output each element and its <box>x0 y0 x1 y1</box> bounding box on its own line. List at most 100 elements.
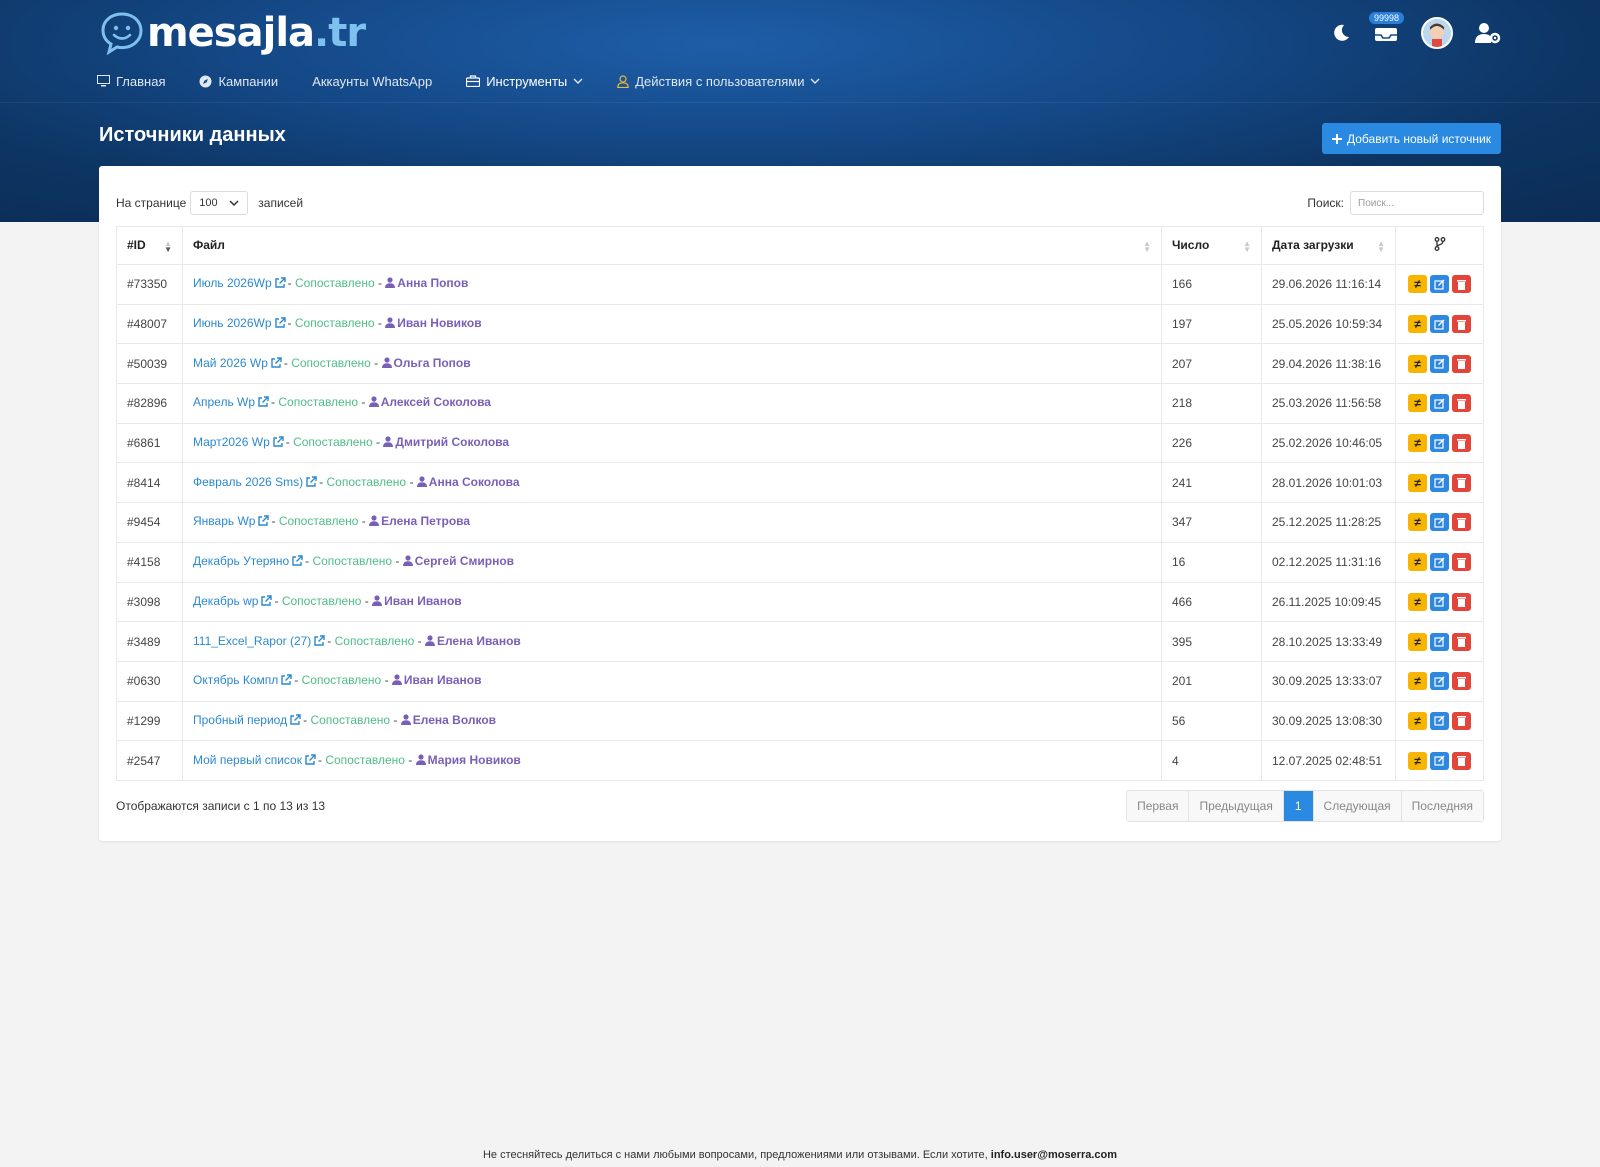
unmatch-button[interactable]: ≠ <box>1408 434 1427 453</box>
delete-button[interactable] <box>1452 751 1471 770</box>
edit-button[interactable] <box>1430 473 1449 492</box>
delete-button[interactable] <box>1452 434 1471 453</box>
column-header-date[interactable]: Дата загрузки ▲ ▼ <box>1261 226 1396 265</box>
external-link-icon[interactable] <box>270 357 282 372</box>
add-source-button[interactable]: Добавить новый источник <box>1322 123 1501 154</box>
edit-icon <box>1434 398 1445 409</box>
external-link-icon[interactable] <box>260 595 273 610</box>
cell-file: Пробный период - Сопоставлено - Елена Вол… <box>182 700 1162 742</box>
edit-button[interactable] <box>1430 553 1449 572</box>
nav-campaigns[interactable]: Кампании <box>199 74 278 89</box>
page-current-button[interactable]: 1 <box>1283 791 1314 821</box>
edit-button[interactable] <box>1430 354 1449 373</box>
nav-home[interactable]: Главная <box>97 74 165 89</box>
delete-button[interactable] <box>1452 592 1471 611</box>
edit-button[interactable] <box>1430 513 1449 532</box>
unmatch-button[interactable]: ≠ <box>1408 354 1427 373</box>
separator: - <box>285 435 294 450</box>
edit-button[interactable] <box>1430 751 1449 770</box>
inbox-button[interactable]: 99998 <box>1369 12 1405 43</box>
external-link-icon[interactable] <box>291 555 303 570</box>
column-header-count[interactable]: Число ▲ ▼ <box>1161 226 1262 265</box>
unmatch-button[interactable]: ≠ <box>1408 711 1427 730</box>
table-row: #9454 Январь Wp - Сопоставлено - Елена Пет… <box>116 502 1484 543</box>
file-link[interactable]: Февраль 2026 Sms) <box>193 475 303 489</box>
delete-button[interactable] <box>1452 394 1471 413</box>
per-page-select[interactable]: 100 <box>190 191 249 215</box>
delete-button[interactable] <box>1452 275 1471 294</box>
external-link-icon[interactable] <box>274 277 286 292</box>
file-link[interactable]: 111_Excel_Rapor (27) <box>193 634 311 648</box>
column-header-id[interactable]: #ID ▲ ▼ <box>116 226 183 265</box>
user-avatar[interactable] <box>1421 17 1453 49</box>
file-link[interactable]: Июль 2026Wp <box>193 276 272 290</box>
file-link[interactable]: Октябрь Компл <box>193 673 278 687</box>
file-link[interactable]: Январь Wp <box>193 514 255 528</box>
file-link[interactable]: Май 2026 Wp <box>193 356 268 370</box>
delete-button[interactable] <box>1452 315 1471 334</box>
unmatch-button[interactable]: ≠ <box>1408 672 1427 691</box>
cell-file: Апрель Wp - Сопоставлено - Алексей Соколо… <box>182 383 1162 424</box>
not-equal-icon: ≠ <box>1414 753 1421 768</box>
nav-user-actions[interactable]: Действия с пользователями <box>617 74 820 89</box>
delete-button[interactable] <box>1452 473 1471 492</box>
user-settings-button[interactable] <box>1475 22 1501 44</box>
search-input[interactable] <box>1350 191 1484 215</box>
page-prev-button[interactable]: Предыдущая <box>1189 791 1284 821</box>
delete-button[interactable] <box>1452 632 1471 651</box>
page-last-button[interactable]: Последняя <box>1401 791 1483 821</box>
edit-icon <box>1434 676 1445 687</box>
file-link[interactable]: Декабрь wp <box>193 594 258 608</box>
external-link-icon[interactable] <box>313 634 325 650</box>
external-link-icon[interactable] <box>272 436 284 451</box>
edit-button[interactable] <box>1430 394 1449 413</box>
edit-button[interactable] <box>1430 592 1449 611</box>
unmatch-button[interactable]: ≠ <box>1408 632 1427 651</box>
file-link[interactable]: Апрель Wp <box>193 395 255 409</box>
page-next-button[interactable]: Следующая <box>1313 791 1402 821</box>
edit-button[interactable] <box>1430 632 1449 651</box>
unmatch-button[interactable]: ≠ <box>1408 394 1427 413</box>
delete-button[interactable] <box>1452 711 1471 730</box>
page-first-button[interactable]: Первая <box>1127 791 1190 821</box>
brand-logo[interactable]: mesajla.tr <box>99 10 366 56</box>
delete-button[interactable] <box>1452 513 1471 532</box>
unmatch-button[interactable]: ≠ <box>1408 751 1427 770</box>
file-link[interactable]: Декабрь Утеряно <box>193 554 289 568</box>
external-link-icon[interactable] <box>280 674 292 689</box>
monitor-icon <box>97 75 110 87</box>
external-link-icon[interactable] <box>257 515 270 530</box>
file-link[interactable]: Март2026 Wp <box>193 435 270 449</box>
file-link[interactable]: Мой первый список <box>193 753 302 767</box>
delete-button[interactable] <box>1452 354 1471 373</box>
edit-button[interactable] <box>1430 315 1449 334</box>
external-link-icon[interactable] <box>289 714 301 729</box>
column-header-file[interactable]: Файл ▲ ▼ <box>182 226 1162 265</box>
unmatch-button[interactable]: ≠ <box>1408 592 1427 611</box>
edit-button[interactable] <box>1430 275 1449 294</box>
file-link[interactable]: Пробный период <box>193 713 287 727</box>
cell-id: #1299 <box>116 700 183 742</box>
file-link[interactable]: Июнь 2026Wp <box>193 316 272 330</box>
delete-button[interactable] <box>1452 672 1471 691</box>
external-link-icon[interactable] <box>274 317 286 332</box>
cell-date: 25.12.2025 11:28:25 <box>1261 502 1396 543</box>
nav-tools[interactable]: Инструменты <box>466 74 583 89</box>
external-link-icon[interactable] <box>304 753 316 769</box>
unmatch-button[interactable]: ≠ <box>1408 473 1427 492</box>
delete-button[interactable] <box>1452 553 1471 572</box>
edit-button[interactable] <box>1430 711 1449 730</box>
edit-button[interactable] <box>1430 672 1449 691</box>
separator: - <box>294 673 302 688</box>
nav-whatsapp-accounts[interactable]: Аккаунты WhatsApp <box>312 74 432 89</box>
footer-email-link[interactable]: info.user@moserra.com <box>991 1149 1117 1161</box>
unmatch-button[interactable]: ≠ <box>1408 275 1427 294</box>
status-text: Сопоставлено <box>334 633 415 648</box>
external-link-icon[interactable] <box>257 396 269 411</box>
edit-button[interactable] <box>1430 434 1449 453</box>
external-link-icon[interactable] <box>305 476 317 491</box>
unmatch-button[interactable]: ≠ <box>1408 513 1427 532</box>
theme-toggle[interactable] <box>1331 23 1351 43</box>
unmatch-button[interactable]: ≠ <box>1408 553 1427 572</box>
unmatch-button[interactable]: ≠ <box>1408 315 1427 334</box>
